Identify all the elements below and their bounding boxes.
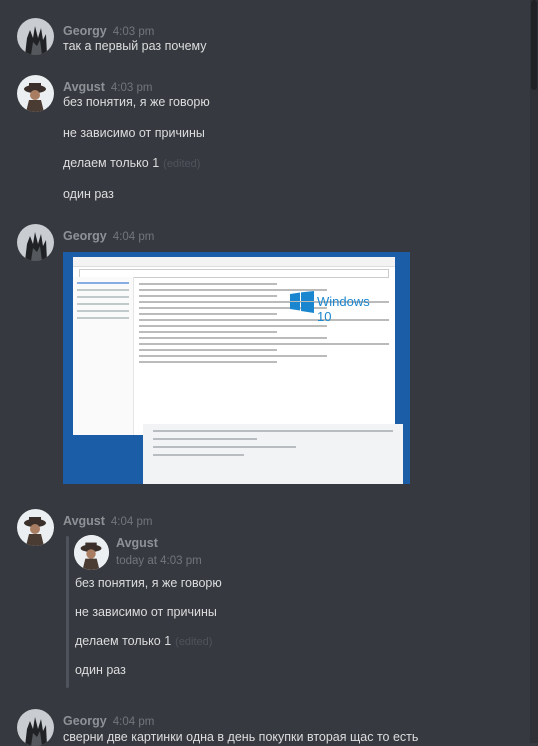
- timestamp: 4:03 pm: [110, 82, 153, 94]
- message-text: один раз: [63, 187, 114, 201]
- avatar[interactable]: [17, 75, 54, 112]
- scrollbar-thumb[interactable]: [531, 0, 537, 90]
- quote-timestamp: today at 4:03 pm: [116, 555, 202, 567]
- quote-text: один раз: [75, 663, 126, 677]
- message-header: Georgy 4:04 pm: [63, 712, 154, 730]
- screenshot-window: Windows 10: [73, 257, 395, 435]
- quote-author[interactable]: Avgust: [116, 536, 158, 550]
- edited-label: (edited): [163, 158, 201, 170]
- windows-logo: Windows 10: [290, 289, 385, 324]
- message-header: Avgust 4:03 pm: [63, 78, 152, 96]
- screenshot-left-pane: [73, 277, 134, 435]
- message-text-content: делаем только 1: [63, 156, 160, 170]
- username[interactable]: Georgy: [63, 714, 107, 728]
- message-header: Avgust 4:04 pm: [63, 512, 152, 530]
- timestamp: 4:04 pm: [112, 231, 155, 243]
- message-header: Georgy 4:03 pm: [63, 22, 154, 40]
- username[interactable]: Georgy: [63, 24, 107, 38]
- quote-text: без понятия, я же говорю: [75, 576, 222, 590]
- avatar[interactable]: [17, 709, 54, 746]
- quote-text: делаем только 1 (edited): [75, 634, 212, 648]
- quote-text-content: делаем только 1: [75, 634, 172, 648]
- message-text: сверни две картинки одна в день покупки …: [63, 730, 419, 744]
- edited-label: (edited): [175, 636, 213, 648]
- avatar[interactable]: [17, 509, 54, 546]
- username[interactable]: Avgust: [63, 514, 105, 528]
- quote-text: не зависимо от причины: [75, 605, 217, 619]
- message-text: без понятия, я же говорю: [63, 95, 210, 109]
- message-text: так а первый раз почему: [63, 39, 207, 53]
- timestamp: 4:03 pm: [112, 26, 155, 38]
- screenshot-chat-preview: [143, 424, 403, 484]
- timestamp: 4:04 pm: [110, 516, 153, 528]
- message-text: не зависимо от причины: [63, 126, 205, 140]
- message-text: делаем только 1 (edited): [63, 156, 200, 170]
- message-header: Georgy 4:04 pm: [63, 227, 154, 245]
- quote-bar: [66, 536, 69, 688]
- avatar[interactable]: [17, 224, 54, 261]
- screenshot-titlebar: [73, 257, 395, 267]
- image-attachment[interactable]: Windows 10: [63, 252, 410, 484]
- username[interactable]: Georgy: [63, 229, 107, 243]
- username[interactable]: Avgust: [63, 80, 105, 94]
- timestamp: 4:04 pm: [112, 716, 155, 728]
- avatar[interactable]: [17, 18, 54, 55]
- windows-logo-text: Windows 10: [317, 294, 370, 324]
- quote-avatar[interactable]: [74, 535, 109, 570]
- scrollbar[interactable]: [530, 0, 538, 743]
